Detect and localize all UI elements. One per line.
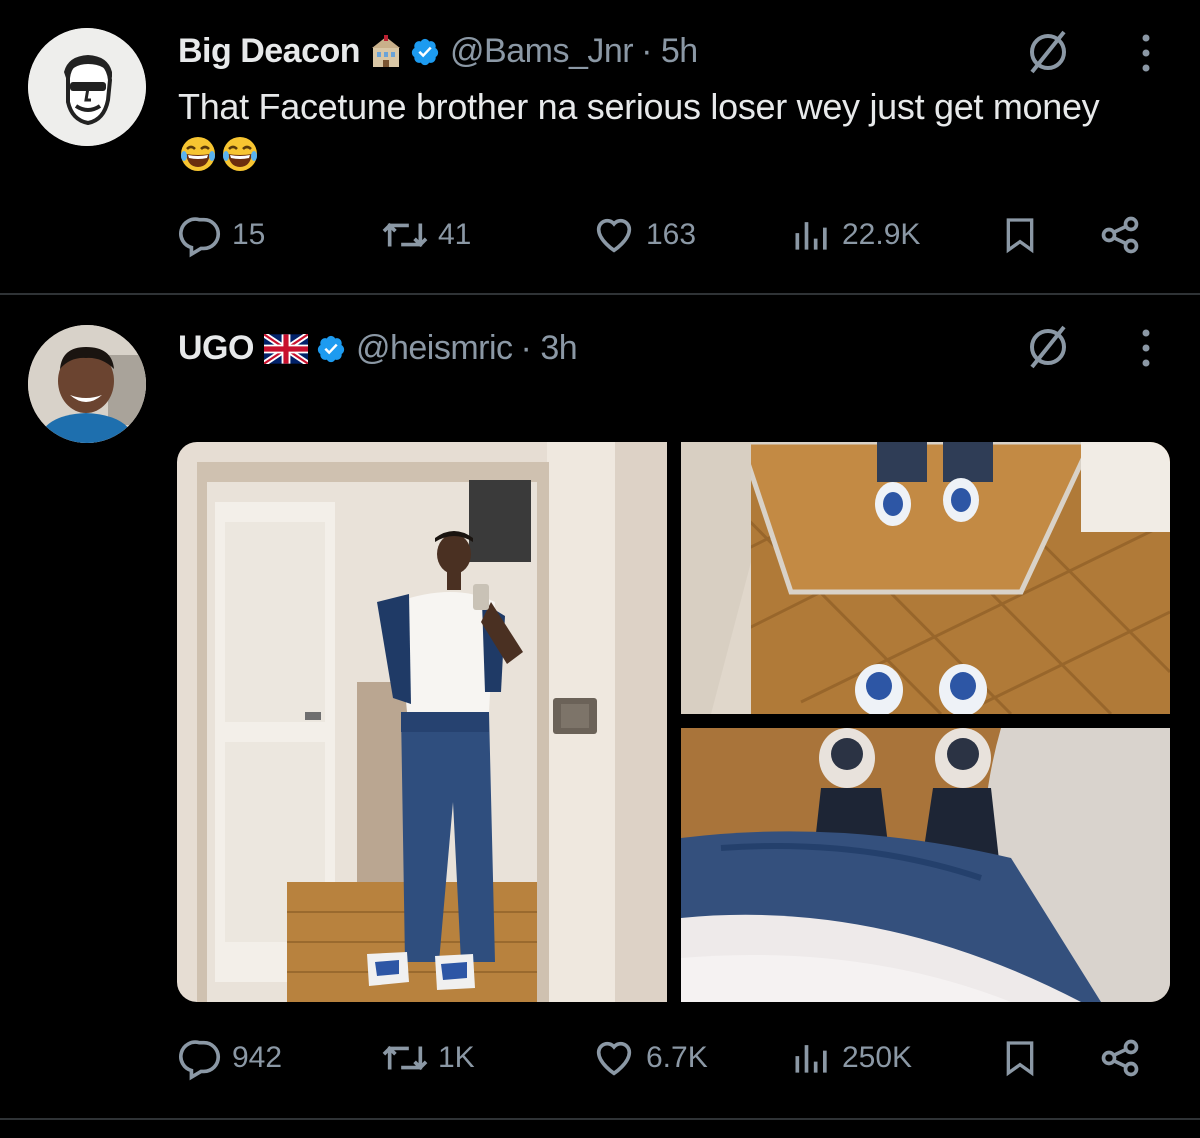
views-chart-icon [795, 1045, 827, 1073]
more-options-icon[interactable] [1136, 325, 1156, 376]
share-button[interactable] [1098, 1035, 1142, 1081]
views-chart-icon [795, 222, 827, 250]
like-count: 6.7K [646, 1041, 708, 1074]
avatar-illustration-icon [28, 28, 146, 146]
tweet-text: That Facetune brother na serious loser w… [178, 86, 1100, 127]
repost-button[interactable]: 1K [380, 1035, 475, 1081]
laughing-emoji-icon [220, 134, 260, 179]
tweet-1[interactable]: Big Deacon @Bams_Jnr · 5h That Facetune … [0, 0, 1200, 294]
views-count: 22.9K [842, 218, 921, 251]
floor-mirror-photo [681, 442, 1170, 714]
author-handle[interactable]: @Bams_Jnr [450, 32, 634, 71]
grok-icon[interactable] [1022, 26, 1074, 83]
bookmark-button[interactable] [1000, 1035, 1040, 1081]
like-button[interactable]: 163 [590, 212, 696, 258]
repost-icon [382, 222, 428, 248]
tweet-timestamp[interactable]: · 3h [521, 329, 578, 368]
avatar[interactable] [28, 325, 146, 443]
media-photo-2[interactable] [681, 442, 1170, 714]
share-icon [1101, 1039, 1139, 1077]
uk-flag-icon [263, 333, 308, 364]
like-button[interactable]: 6.7K [590, 1035, 708, 1081]
avatar[interactable] [28, 28, 146, 146]
views-count: 250K [842, 1041, 913, 1074]
share-button[interactable] [1098, 212, 1142, 258]
grok-icon[interactable] [1022, 321, 1074, 378]
mirror-selfie-photo [177, 442, 667, 1002]
media-photo-1[interactable] [177, 442, 667, 1002]
bookmark-icon [1006, 1041, 1034, 1077]
views-button[interactable]: 250K [790, 1035, 912, 1081]
building-emoji-icon [370, 34, 402, 69]
avatar-photo-icon [28, 325, 146, 443]
verified-badge-icon [316, 334, 346, 364]
bookmark-button[interactable] [1000, 212, 1040, 258]
verified-badge-icon [410, 37, 440, 67]
views-button[interactable]: 22.9K [790, 212, 920, 258]
repost-button[interactable]: 41 [380, 212, 471, 258]
tweet-emojis [178, 134, 260, 179]
media-photo-3[interactable] [681, 728, 1170, 1002]
tweet-timestamp[interactable]: · 5h [641, 32, 698, 71]
heart-icon [596, 218, 632, 253]
reply-button[interactable]: 15 [178, 212, 265, 258]
reply-count: 15 [232, 218, 266, 251]
like-count: 163 [646, 218, 697, 251]
media-grid [177, 442, 1170, 1002]
more-options-icon[interactable] [1136, 30, 1156, 81]
tweet-actions: 942 1K 6.7K 250K [178, 1035, 1158, 1085]
laughing-emoji-icon [178, 134, 218, 179]
reply-icon [179, 217, 220, 258]
repost-count: 1K [438, 1041, 475, 1074]
reply-button[interactable]: 942 [178, 1035, 282, 1081]
reply-count: 942 [232, 1041, 283, 1074]
tweet-2[interactable]: UGO @heismric · 3h 942 1K 6.7K 250K [0, 295, 1200, 1120]
bookmark-icon [1006, 218, 1034, 254]
repost-icon [382, 1045, 428, 1071]
author-handle[interactable]: @heismric [356, 329, 513, 368]
tweet-divider [0, 1118, 1200, 1120]
share-icon [1101, 216, 1139, 254]
tweet-actions: 15 41 163 22.9K [178, 212, 1158, 262]
repost-count: 41 [438, 218, 472, 251]
reply-icon [179, 1040, 220, 1081]
jeans-sneakers-photo [681, 728, 1170, 1002]
heart-icon [596, 1041, 632, 1076]
author-name[interactable]: UGO [178, 329, 254, 368]
author-name[interactable]: Big Deacon [178, 32, 361, 71]
